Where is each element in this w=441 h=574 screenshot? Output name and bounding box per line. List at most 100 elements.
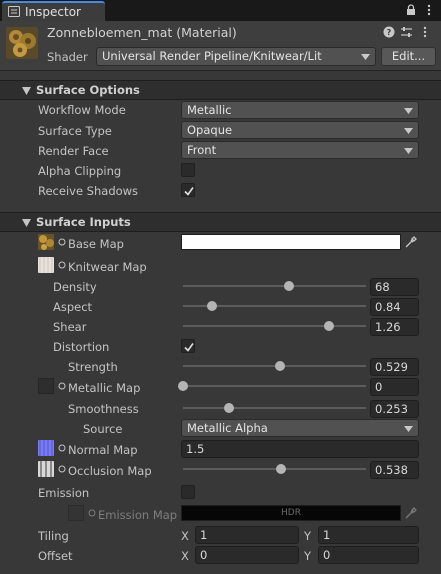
material-header: Zonnebloemen_mat (Material) ? Shader Uni… (0, 21, 441, 71)
shear-slider-track[interactable] (183, 325, 366, 327)
distortion-label: Distortion (53, 340, 110, 354)
tab-bar: Inspector (0, 0, 441, 21)
emission-map-texture-slot[interactable] (68, 505, 84, 521)
material-title: Zonnebloemen_mat (Material) (47, 25, 237, 40)
occlusion-slider-track[interactable] (183, 468, 366, 470)
chevron-down-icon (404, 426, 413, 432)
shear-slider-handle[interactable] (324, 321, 335, 331)
tab-inspector[interactable]: Inspector (2, 1, 105, 21)
aspect-field[interactable]: 0.84 (370, 298, 419, 316)
kebab-menu-icon[interactable] (423, 4, 435, 16)
tiling-x-label: X (181, 529, 189, 543)
normal-scale-field[interactable]: 1.5 (181, 440, 419, 458)
inspector-icon (8, 6, 20, 17)
emission-hdr-color-swatch[interactable]: HDR (181, 505, 401, 521)
offset-label: Offset (38, 549, 73, 563)
surface-type-value: Opaque (187, 123, 233, 137)
presets-sliders-icon[interactable] (400, 26, 413, 38)
density-field[interactable]: 68 (370, 278, 419, 296)
chevron-down-icon (361, 54, 370, 60)
aspect-slider-handle[interactable] (207, 301, 218, 311)
receive-shadows-label: Receive Shadows (38, 184, 139, 198)
strength-slider-handle[interactable] (274, 361, 285, 371)
workflow-mode-value: Metallic (187, 103, 232, 117)
lock-icon[interactable] (405, 4, 417, 16)
occlusion-map-label: Occlusion Map (68, 464, 152, 478)
density-slider-track[interactable] (183, 285, 366, 287)
surface-type-dropdown[interactable]: Opaque (181, 121, 419, 139)
smoothness-slider-handle[interactable] (224, 403, 235, 413)
offset-x-label: X (181, 549, 189, 563)
render-face-value: Front (187, 143, 217, 157)
workflow-mode-dropdown[interactable]: Metallic (181, 101, 419, 119)
section-surface-options[interactable]: Surface Options (0, 80, 441, 100)
render-face-dropdown[interactable]: Front (181, 141, 419, 159)
metallic-map-texture-slot[interactable] (38, 378, 54, 394)
shear-field[interactable]: 1.26 (370, 318, 419, 336)
normal-map-label: Normal Map (68, 443, 138, 457)
metallic-slider-track[interactable] (183, 385, 366, 387)
source-dropdown[interactable]: Metallic Alpha (181, 419, 419, 437)
chevron-down-icon (404, 128, 413, 134)
density-slider-handle[interactable] (284, 281, 295, 291)
shader-value: Universal Render Pipeline/Knitwear/Lit (102, 49, 322, 63)
checkmark-icon (184, 187, 194, 196)
chevron-down-icon (404, 148, 413, 154)
texture-slot-dot-icon (58, 465, 66, 473)
tiling-y-field[interactable]: 1 (318, 526, 419, 544)
kebab-menu-icon[interactable] (419, 26, 431, 38)
chevron-down-icon (404, 108, 413, 114)
texture-slot-dot-icon (58, 382, 66, 390)
occlusion-field[interactable]: 0.538 (370, 461, 419, 479)
source-label: Source (83, 422, 123, 436)
metallic-slider-handle[interactable] (178, 381, 188, 391)
shear-label: Shear (53, 320, 87, 334)
knitwear-map-texture-slot[interactable] (38, 257, 54, 273)
texture-slot-dot-icon (58, 261, 66, 269)
foldout-triangle-icon (22, 87, 31, 95)
normal-map-texture-slot[interactable] (38, 440, 54, 456)
distortion-checkbox[interactable] (181, 339, 195, 353)
source-value: Metallic Alpha (187, 421, 268, 435)
color-picker-icon[interactable] (405, 236, 417, 248)
shader-dropdown[interactable]: Universal Render Pipeline/Knitwear/Lit (96, 47, 376, 66)
metallic-field[interactable]: 0 (370, 378, 419, 396)
base-color-swatch[interactable] (181, 234, 401, 250)
help-icon[interactable]: ? (383, 26, 395, 38)
section-surface-inputs[interactable]: Surface Inputs (0, 212, 441, 232)
base-map-label: Base Map (68, 237, 124, 251)
strength-label: Strength (68, 360, 118, 374)
shader-label: Shader (47, 50, 88, 64)
texture-slot-dot-icon (88, 509, 96, 517)
offset-y-field[interactable]: 0 (318, 546, 419, 564)
hdr-label: HDR (281, 508, 301, 518)
offset-y-label: Y (304, 549, 312, 563)
foldout-triangle-icon (22, 219, 31, 227)
svg-text:?: ? (387, 28, 392, 37)
occlusion-map-texture-slot[interactable] (38, 461, 54, 477)
emission-map-label: Emission Map (98, 508, 178, 522)
offset-x-field[interactable]: 0 (195, 546, 299, 564)
edit-shader-button[interactable]: Edit... (381, 47, 436, 66)
material-preview-thumbnail (6, 27, 38, 59)
smoothness-slider-track[interactable] (183, 407, 366, 409)
strength-field[interactable]: 0.529 (370, 358, 419, 376)
smoothness-field[interactable]: 0.253 (370, 400, 419, 418)
receive-shadows-checkbox[interactable] (181, 183, 195, 197)
base-map-texture-slot[interactable] (38, 234, 54, 250)
occlusion-slider-handle[interactable] (276, 464, 287, 474)
surface-type-label: Surface Type (38, 124, 112, 138)
tiling-y-label: Y (304, 529, 312, 543)
workflow-mode-label: Workflow Mode (38, 103, 126, 117)
alpha-clipping-checkbox[interactable] (181, 163, 195, 177)
density-label: Density (53, 280, 97, 294)
alpha-clipping-label: Alpha Clipping (38, 164, 122, 178)
tiling-label: Tiling (38, 529, 69, 543)
color-picker-icon[interactable] (405, 507, 417, 519)
tiling-x-field[interactable]: 1 (195, 526, 299, 544)
section-title: Surface Options (36, 83, 140, 97)
render-face-label: Render Face (38, 144, 109, 158)
aspect-label: Aspect (53, 300, 93, 314)
checkmark-icon (184, 343, 194, 352)
emission-checkbox[interactable] (181, 485, 195, 499)
